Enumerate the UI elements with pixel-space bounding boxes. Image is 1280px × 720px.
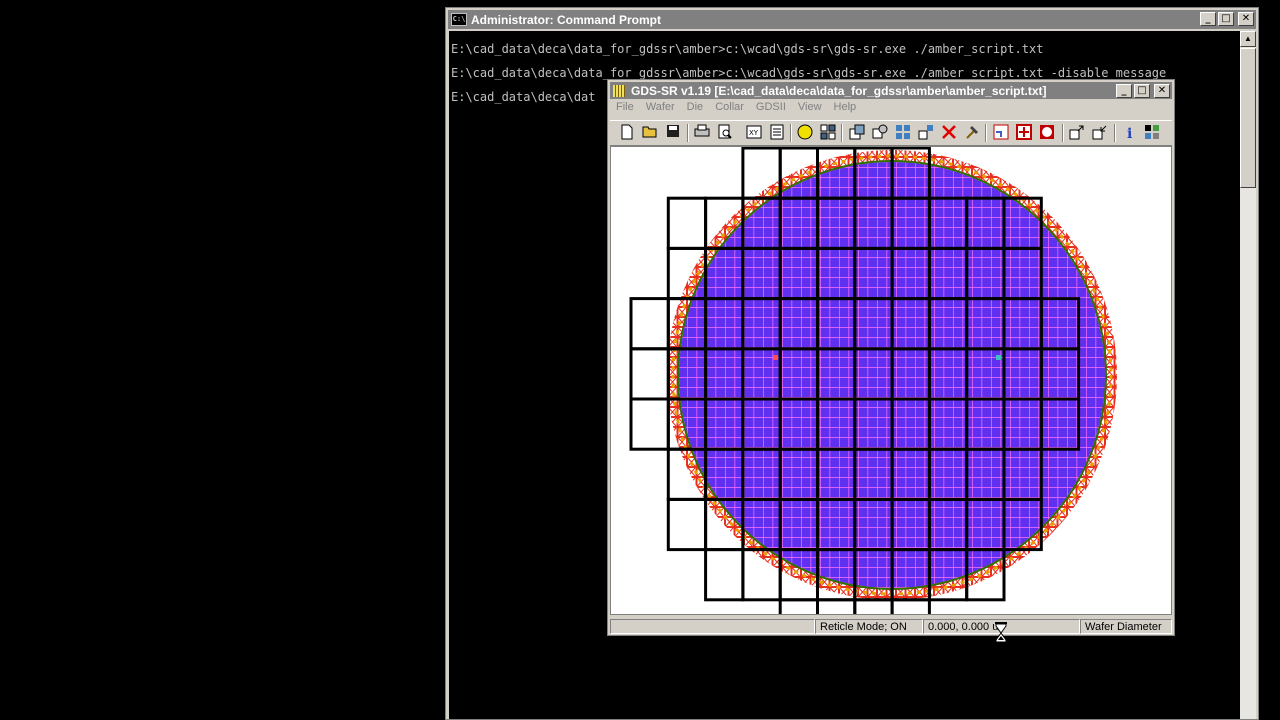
- delete-icon[interactable]: [940, 124, 958, 142]
- crosshair-icon[interactable]: [1015, 124, 1033, 142]
- gds-titlebar[interactable]: GDS-SR v1.19 [E:\cad_data\deca\data_for_…: [610, 82, 1172, 99]
- xy-coordinates-icon[interactable]: XY: [745, 124, 763, 142]
- collar-icon[interactable]: [992, 124, 1010, 142]
- reticle-shot: [666, 196, 708, 250]
- hammer-icon[interactable]: [963, 124, 981, 142]
- reticle-layout-icon[interactable]: [848, 124, 866, 142]
- menu-collar[interactable]: Collar: [709, 100, 750, 118]
- print-icon[interactable]: [693, 124, 711, 142]
- marker-die: [773, 355, 778, 360]
- status-bar: Reticle Mode; ON 0.000, 0.000 u Wafer Di…: [610, 619, 1172, 635]
- toolbar-separator: [985, 124, 987, 142]
- gds-sr-window[interactable]: GDS-SR v1.19 [E:\cad_data\deca\data_for_…: [607, 79, 1175, 636]
- toolbar-separator: [1062, 124, 1064, 142]
- save-icon[interactable]: [664, 124, 682, 142]
- hourglass-cursor-icon: [995, 622, 1007, 644]
- reticle-shot: [778, 598, 819, 614]
- die-array-icon[interactable]: [819, 124, 837, 142]
- reticle-shot: [890, 598, 931, 614]
- console-line: E:\cad_data\deca\data_for_gdssr\amber>c:…: [451, 42, 1044, 56]
- close-button[interactable]: ✕: [1238, 12, 1254, 26]
- console-line: E:\cad_data\deca\data_for_gdssr\amber>c:…: [451, 66, 1167, 80]
- menu-wafer[interactable]: Wafer: [640, 100, 681, 118]
- reticle-shot: [853, 598, 894, 614]
- wafer-map[interactable]: [611, 147, 1172, 615]
- scroll-thumb[interactable]: [1240, 48, 1256, 188]
- print-preview-icon[interactable]: [716, 124, 734, 142]
- menu-gdsii[interactable]: GDSII: [750, 100, 792, 118]
- toolbar-separator: [1114, 124, 1116, 142]
- grid-table-icon[interactable]: [768, 124, 786, 142]
- svg-text:i: i: [1127, 126, 1132, 140]
- status-hint: Wafer Diameter: [1080, 619, 1172, 634]
- toolbar: XY i: [610, 120, 1172, 146]
- wafer-map-canvas[interactable]: [610, 146, 1172, 615]
- maximize-button[interactable]: □: [1218, 12, 1234, 26]
- svg-text:XY: XY: [749, 129, 759, 137]
- cmd-icon: C:\: [451, 13, 467, 26]
- maximize-button[interactable]: □: [1134, 84, 1150, 98]
- reticle-shot: [666, 497, 708, 552]
- toolbar-separator: [687, 124, 689, 142]
- close-button[interactable]: ✕: [1154, 84, 1170, 98]
- console-line: E:\cad_data\deca\dat: [451, 90, 596, 104]
- cmd-title: Administrator: Command Prompt: [471, 12, 662, 27]
- menu-die[interactable]: Die: [681, 100, 710, 118]
- reticle-shot: [629, 397, 670, 451]
- palette-icon[interactable]: [1143, 124, 1161, 142]
- new-file-icon[interactable]: [618, 124, 636, 142]
- menu-file[interactable]: File: [610, 100, 640, 118]
- open-folder-icon[interactable]: [641, 124, 659, 142]
- gds-app-icon: [613, 84, 625, 97]
- gds-title: GDS-SR v1.19 [E:\cad_data\deca\data_for_…: [631, 83, 1047, 98]
- minimize-button[interactable]: _: [1116, 84, 1132, 98]
- status-mode: Reticle Mode; ON: [815, 619, 923, 634]
- status-blank: [610, 619, 815, 634]
- toolbar-separator: [790, 124, 792, 142]
- reticle-shot: [629, 297, 670, 351]
- export-icon[interactable]: [1068, 124, 1086, 142]
- menu-view[interactable]: View: [792, 100, 828, 118]
- menu-bar: File Wafer Die Collar GDSII View Help: [610, 100, 1172, 118]
- vertical-scrollbar[interactable]: ▲: [1240, 31, 1256, 719]
- wafer-circle-icon[interactable]: [796, 124, 814, 142]
- die-grid-icon[interactable]: [894, 124, 912, 142]
- marker-die: [996, 355, 1001, 360]
- info-icon[interactable]: i: [1121, 124, 1139, 142]
- minimize-button[interactable]: _: [1200, 12, 1216, 26]
- shot-map-icon[interactable]: [917, 124, 935, 142]
- menu-help[interactable]: Help: [828, 100, 863, 118]
- reticle-shot: [629, 347, 670, 401]
- reticle-shot: [704, 548, 745, 602]
- reticle-settings-icon[interactable]: [871, 124, 889, 142]
- toolbar-separator: [841, 124, 843, 142]
- scroll-up-arrow-icon[interactable]: ▲: [1240, 31, 1256, 47]
- wafer-outline-icon[interactable]: [1038, 124, 1056, 142]
- import-icon[interactable]: [1091, 124, 1109, 142]
- cmd-titlebar[interactable]: C:\ Administrator: Command Prompt _ □ ✕: [448, 10, 1256, 29]
- reticle-shot: [816, 598, 857, 614]
